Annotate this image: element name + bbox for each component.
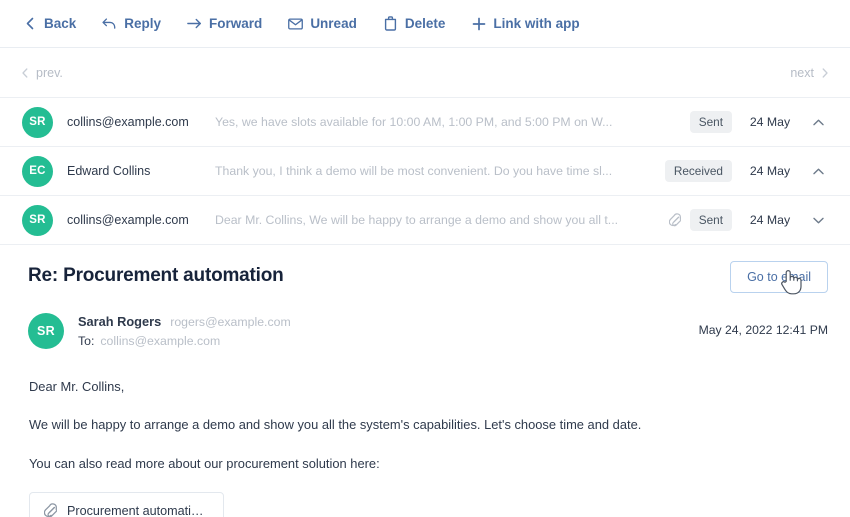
row-date: 24 May [749,164,791,178]
thread-pager: prev. next [0,48,850,98]
action-toolbar: Back Reply Forward Unread Delete Link wi… [0,0,850,48]
status-badge: Sent [689,209,732,231]
chevron-down-icon[interactable] [808,217,828,224]
table-row[interactable]: SR collins@example.com Yes, we have slot… [0,98,850,147]
row-sender: collins@example.com [67,115,189,129]
link-with-app-label: Link with app [493,16,580,31]
sender-primary-line: Sarah Rogers rogers@example.com [78,314,291,329]
envelope-icon [288,16,304,31]
sender-info: SR Sarah Rogers rogers@example.com To: c… [28,313,291,349]
sender-block: SR Sarah Rogers rogers@example.com To: c… [28,313,828,349]
row-date: 24 May [749,115,791,129]
next-link[interactable]: next [790,66,828,80]
row-preview: Thank you, I think a demo will be most c… [215,164,613,178]
paperclip-icon [668,213,681,227]
message-header: Re: Procurement automation Go to email [28,261,828,293]
recipient-email: collins@example.com [100,334,221,348]
row-sender: collins@example.com [67,213,189,227]
sender-email: rogers@example.com [170,315,291,329]
trash-icon [383,16,398,31]
email-thread-view: Back Reply Forward Unread Delete Link wi… [0,0,850,517]
chevron-left-icon [22,16,37,31]
body-paragraph: We will be happy to arrange a demo and s… [29,417,642,433]
avatar: EC [22,155,53,187]
chevron-right-icon [822,67,828,78]
chevron-up-icon[interactable] [808,119,828,126]
reply-arrow-icon [102,16,117,31]
chevron-left-icon [22,67,28,78]
back-label: Back [44,16,77,31]
next-label: next [790,65,814,80]
delete-label: Delete [404,16,446,31]
avatar: SR [22,106,53,138]
row-preview: Dear Mr. Collins, We will be happy to ar… [215,213,619,227]
avatar: SR [28,313,64,349]
prev-label: prev. [36,65,63,80]
prev-link[interactable]: prev. [22,66,63,80]
chevron-up-icon[interactable] [808,168,828,175]
delete-button[interactable]: Delete [383,16,446,31]
unread-label: Unread [310,16,357,31]
sender-name: Sarah Rogers [78,314,162,329]
forward-button[interactable]: Forward [187,16,262,31]
reply-label: Reply [124,16,162,31]
message-timestamp: May 24, 2022 12:41 PM [698,323,828,337]
status-badge: Received [664,160,732,182]
unread-button[interactable]: Unread [288,16,357,31]
go-to-email-button[interactable]: Go to email [730,261,828,293]
status-badge: Sent [689,111,732,133]
message-body: Dear Mr. Collins, We will be happy to ar… [28,377,828,517]
row-sender: Edward Collins [67,164,151,178]
to-label: To: [78,334,95,348]
avatar: SR [22,204,53,236]
row-preview: Yes, we have slots available for 10:00 A… [215,115,613,129]
arrow-right-icon [187,16,202,31]
attachment-chip[interactable]: Procurement automation so... [29,492,224,517]
plus-icon [471,16,486,31]
link-with-app-button[interactable]: Link with app [471,16,580,31]
table-row[interactable]: SR collins@example.com Dear Mr. Collins,… [0,196,850,245]
paperclip-icon [44,503,57,517]
page-title: Re: Procurement automation [28,265,284,286]
body-paragraph: Dear Mr. Collins, [29,379,125,394]
table-row[interactable]: EC Edward Collins Thank you, I think a d… [0,147,850,196]
row-date: 24 May [749,213,791,227]
forward-label: Forward [209,16,263,31]
recipient-line: To: collins@example.com [78,334,291,348]
back-button[interactable]: Back [22,16,76,31]
expanded-message: Re: Procurement automation Go to email S… [0,245,850,517]
reply-button[interactable]: Reply [102,16,161,31]
attachment-name: Procurement automation so... [67,503,209,517]
body-paragraph: You can also read more about our procure… [29,455,380,471]
sender-lines: Sarah Rogers rogers@example.com To: coll… [78,313,291,348]
